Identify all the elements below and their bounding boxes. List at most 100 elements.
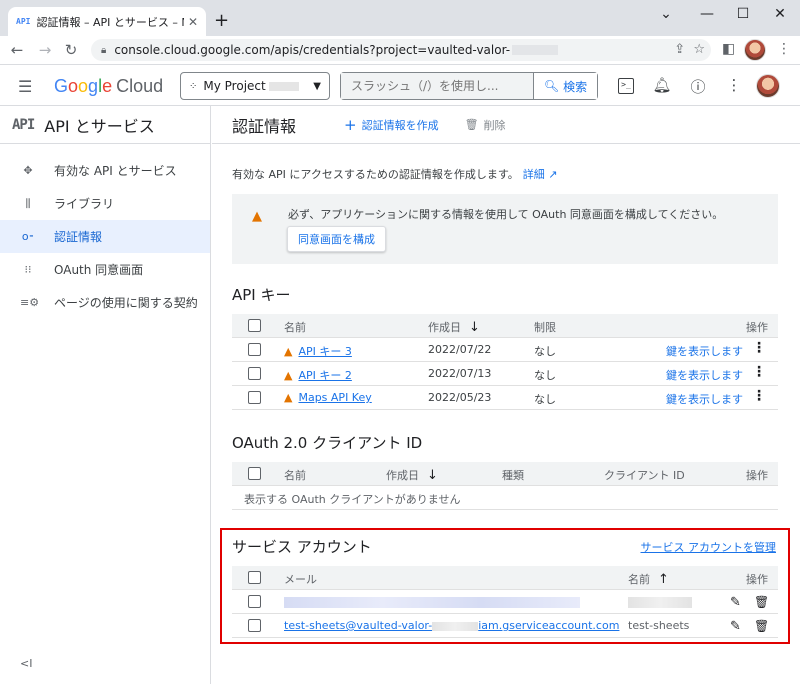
create-credentials-button[interactable]: + 認証情報を作成 — [344, 116, 439, 134]
share-icon[interactable]: ⇪ ☆ — [674, 42, 705, 57]
help-icon[interactable]: ⓘ — [688, 76, 708, 97]
external-link-icon: ↗ — [548, 168, 558, 181]
sidebar-header: API API とサービス — [0, 106, 210, 144]
row-checkbox[interactable] — [248, 391, 261, 404]
close-tab-icon[interactable]: ✕ — [188, 15, 198, 29]
sidebar-item-library[interactable]: ⫼ ライブラリ — [0, 187, 210, 220]
row-checkbox[interactable] — [248, 619, 261, 632]
api-logo-icon: API — [12, 116, 35, 133]
api-favicon-icon: API — [16, 17, 31, 26]
side-panel-icon[interactable]: ◧ — [722, 41, 735, 57]
search-button-label: 検索 — [563, 79, 588, 94]
sidebar-item-enabled-apis[interactable]: ✥ 有効な API とサービス — [0, 154, 210, 187]
api-key-name-link[interactable]: Maps API Key — [298, 391, 371, 404]
trash-icon[interactable]: 🗑︎ — [754, 619, 769, 633]
project-selector[interactable]: ⁘ My Project ▼ — [180, 72, 330, 100]
redacted-name — [628, 597, 692, 611]
learn-more-link[interactable]: 詳細 ↗ — [523, 168, 558, 181]
cloud-shell-icon[interactable]: >_ — [618, 78, 634, 94]
row-actions-icon[interactable]: ⋮ — [752, 340, 766, 356]
delete-label: 削除 — [483, 118, 506, 132]
close-window-button[interactable]: ✕ — [770, 6, 790, 22]
search-button[interactable]: 🔍︎ 検索 — [533, 73, 597, 99]
maximize-button[interactable]: ☐ — [733, 6, 753, 22]
sidebar-item-credentials[interactable]: o⁃ 認証情報 — [0, 220, 210, 253]
browser-tab[interactable]: API 認証情報 – API とサービス – My Proje ✕ — [8, 7, 206, 36]
page-title: 認証情報 — [232, 116, 297, 136]
column-header-sortable[interactable]: 作成日 ↓ — [386, 467, 438, 483]
edit-icon[interactable]: ✎ — [730, 595, 741, 610]
select-all-checkbox[interactable] — [248, 319, 261, 332]
minimize-button[interactable]: — — [697, 6, 717, 22]
row-actions-icon[interactable]: ⋮ — [752, 388, 766, 404]
column-header: 名前 — [284, 469, 306, 482]
email-suffix: iam.gserviceaccount.com — [478, 619, 620, 632]
search-input[interactable] — [341, 73, 533, 99]
table-header: 名前 作成日 ↓ 制限 操作 — [232, 314, 778, 338]
column-header-label: 作成日 — [386, 469, 419, 482]
api-key-name-link[interactable]: API キー 2 — [298, 369, 351, 382]
edit-icon[interactable]: ✎ — [730, 619, 741, 634]
configure-consent-button[interactable]: 同意画面を構成 — [287, 226, 386, 252]
table-row: ✎ 🗑︎ — [232, 590, 778, 614]
new-tab-button[interactable]: + — [214, 10, 229, 31]
sort-up-icon: ↑ — [658, 572, 669, 587]
notifications-icon[interactable]: 🔔︎ — [652, 76, 672, 94]
created-date: 2022/07/13 — [428, 367, 492, 380]
column-header-sortable[interactable]: 名前 ↑ — [628, 571, 669, 587]
row-checkbox[interactable] — [248, 367, 261, 380]
row-checkbox[interactable] — [248, 343, 261, 356]
enabled-apis-icon: ✥ — [23, 164, 33, 177]
api-key-name-link[interactable]: API キー 3 — [298, 345, 351, 358]
redacted-url-part — [512, 45, 559, 55]
sidebar: API API とサービス ✥ 有効な API とサービス ⫼ ライブラリ o⁃… — [0, 106, 211, 684]
select-all-checkbox[interactable] — [248, 467, 261, 480]
row-checkbox[interactable] — [248, 595, 261, 608]
restriction: なし — [534, 369, 556, 382]
key-icon: o⁃ — [21, 230, 35, 243]
page-usage-icon: ≡⚙ — [20, 296, 40, 309]
browser-menu-icon[interactable]: ⋮ — [777, 41, 791, 57]
select-all-checkbox[interactable] — [248, 571, 261, 584]
back-icon[interactable]: ← — [8, 41, 26, 59]
delete-button[interactable]: 🗑︎ 削除 — [465, 117, 506, 133]
service-accounts-section: サービス アカウント サービス アカウントを管理 メール 名前 ↑ 操作 ✎ 🗑︎… — [220, 528, 790, 644]
tab-search-icon[interactable]: ⌄ — [656, 6, 676, 22]
show-key-link[interactable]: 鍵を表示します — [666, 343, 743, 359]
warning-icon: ▲ — [252, 209, 262, 224]
redacted-email — [284, 597, 580, 611]
sidebar-item-page-usage[interactable]: ≡⚙ ページの使用に関する契約 — [0, 286, 210, 319]
blurred-text — [284, 597, 580, 608]
sidebar-item-label: ライブラリ — [54, 197, 115, 211]
sidebar-item-oauth-consent[interactable]: ⁝⁝ OAuth 同意画面 — [0, 253, 210, 286]
search-bar: 🔍︎ 検索 — [340, 72, 598, 100]
forward-icon[interactable]: → — [36, 41, 54, 59]
table-row: ▲ API キー 3 2022/07/22 なし 鍵を表示します ⋮ — [232, 338, 778, 362]
url-field[interactable]: 🔒︎ console.cloud.google.com/apis/credent… — [91, 39, 711, 61]
library-icon: ⫼ — [25, 196, 31, 210]
more-options-icon[interactable]: ⋮ — [724, 76, 744, 94]
search-icon: 🔍︎ — [543, 79, 560, 93]
warning-icon: ▲ — [284, 369, 293, 382]
show-key-link[interactable]: 鍵を表示します — [666, 367, 743, 383]
manage-service-accounts-link[interactable]: サービス アカウントを管理 — [641, 539, 777, 555]
show-key-link[interactable]: 鍵を表示します — [666, 391, 743, 407]
profile-avatar[interactable] — [744, 39, 766, 61]
menu-icon[interactable]: ☰ — [18, 77, 32, 96]
trash-icon[interactable]: 🗑︎ — [754, 595, 769, 609]
service-account-email-link[interactable]: test-sheets@vaulted-valor-iam.gserviceac… — [284, 619, 619, 632]
sidebar-title: API とサービス — [44, 116, 155, 136]
row-actions-icon[interactable]: ⋮ — [752, 364, 766, 380]
logo-letter: o — [68, 76, 79, 96]
column-header-sortable[interactable]: 作成日 ↓ — [428, 319, 480, 335]
created-date: 2022/07/22 — [428, 343, 492, 356]
google-cloud-logo[interactable]: Google Cloud — [54, 76, 163, 97]
column-header: 種類 — [502, 469, 524, 482]
column-header: クライアント ID — [604, 469, 685, 482]
column-header: 操作 — [746, 469, 768, 482]
account-avatar[interactable] — [756, 74, 780, 98]
reload-icon[interactable]: ↻ — [62, 41, 80, 59]
collapse-sidebar-icon[interactable]: <I — [20, 657, 32, 670]
intro-text: 有効な API にアクセスするための認証情報を作成します。 詳細 ↗ — [232, 166, 557, 182]
column-header: 制限 — [534, 321, 556, 334]
